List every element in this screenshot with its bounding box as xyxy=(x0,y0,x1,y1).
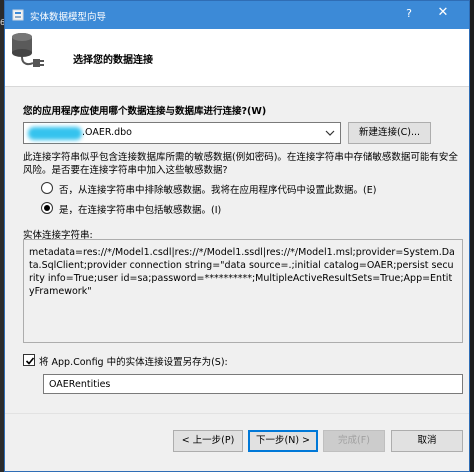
step-title: 选择您的数据连接 xyxy=(73,55,153,66)
cancel-button[interactable]: 取消 xyxy=(391,430,463,452)
entity-name-input[interactable] xyxy=(43,374,463,394)
next-button[interactable]: 下一步(N) > xyxy=(248,430,318,452)
radio-include-label: 是，在连接字符串中包括敏感数据。(I) xyxy=(59,205,222,216)
connection-question-label: 您的应用程序应使用哪个数据连接与数据库进行连接?(W) xyxy=(23,106,267,117)
entity-data-model-wizard-dialog: 实体数据模型向导 ? ✕ 选择您的数据连接 您的应用程序应使用哪个数据连接与数据… xyxy=(4,0,470,472)
entity-connection-string-box[interactable]: metadata=res://*/Model1.csdl|res://*/Mod… xyxy=(23,239,463,343)
redacted-server-name xyxy=(28,127,82,140)
close-button[interactable]: ✕ xyxy=(430,5,456,25)
window-title: 实体数据模型向导 xyxy=(30,12,107,23)
database-connection-icon xyxy=(12,33,44,67)
help-button[interactable]: ? xyxy=(399,7,419,23)
wizard-header: 选择您的数据连接 xyxy=(5,29,469,87)
radio-include-sensitive[interactable]: 是，在连接字符串中包括敏感数据。(I) xyxy=(41,202,281,216)
selected-connection: .OAER.dbo xyxy=(82,127,132,138)
title-bar: 实体数据模型向导 ? ✕ xyxy=(5,1,469,29)
wizard-app-icon xyxy=(12,9,24,21)
previous-button[interactable]: < 上一步(P) xyxy=(173,430,243,452)
checkmark-icon xyxy=(25,357,35,365)
sensitive-data-warning: 此连接字符串似乎包含连接数据库所需的敏感数据(例如密码)。在连接字符串中存储敏感… xyxy=(23,152,458,176)
wizard-footer: < 上一步(P) 下一步(N) > 完成(F) 取消 xyxy=(5,413,469,471)
save-config-checkbox[interactable] xyxy=(23,354,35,366)
radio-include-circle[interactable] xyxy=(41,202,53,214)
radio-exclude-circle[interactable] xyxy=(41,182,53,194)
radio-exclude-label: 否，从连接字符串中排除敏感数据。我将在应用程序代码中设置此数据。(E) xyxy=(59,185,377,196)
finish-button[interactable]: 完成(F) xyxy=(323,430,385,452)
radio-exclude-sensitive[interactable]: 否，从连接字符串中排除敏感数据。我将在应用程序代码中设置此数据。(E) xyxy=(41,182,421,196)
data-connection-dropdown[interactable]: .OAER.dbo xyxy=(23,122,341,144)
save-config-label: 将 App.Config 中的实体连接设置另存为(S): xyxy=(39,357,228,368)
chevron-down-icon xyxy=(325,130,335,136)
new-connection-button[interactable]: 新建连接(C)... xyxy=(348,122,431,144)
